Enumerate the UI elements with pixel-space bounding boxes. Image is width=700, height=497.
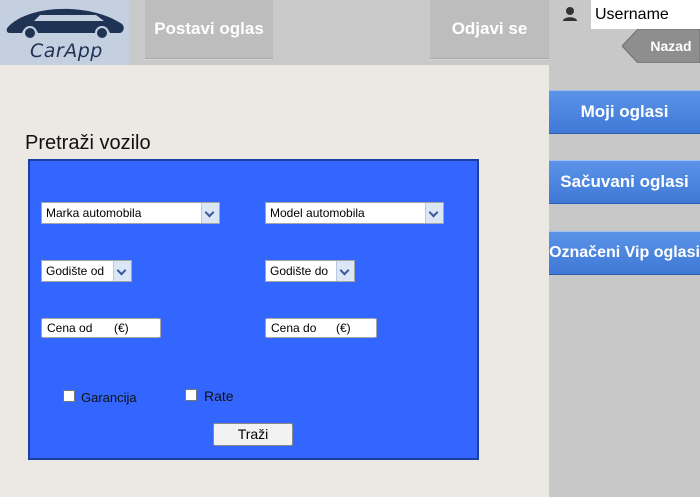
logo-text: CarApp: [30, 40, 103, 62]
sidebar-item-saved-ads[interactable]: Sačuvani oglasi: [549, 160, 700, 204]
year-from-select[interactable]: Godište od: [41, 260, 132, 282]
installments-checkbox[interactable]: [185, 389, 197, 401]
user-row: Username: [549, 0, 700, 29]
chevron-down-icon: [113, 261, 131, 281]
warranty-checkbox[interactable]: [63, 390, 75, 402]
user-icon: [549, 0, 591, 29]
price-to-input[interactable]: Cena do (€): [265, 318, 377, 338]
page-title: Pretraži vozilo: [25, 132, 151, 154]
currency-label: (€): [336, 321, 351, 335]
price-to-placeholder: Cena do: [271, 321, 317, 335]
chevron-down-icon: [336, 261, 354, 281]
currency-label: (€): [114, 321, 129, 335]
sidebar-item-vip-ads[interactable]: Označeni Vip oglasi: [549, 231, 700, 275]
back-button[interactable]: Nazad: [622, 29, 700, 63]
price-from-placeholder: Cena od: [47, 321, 93, 335]
model-select[interactable]: Model automobila: [265, 202, 444, 224]
brand-select-value: Marka automobila: [46, 206, 142, 220]
search-button[interactable]: Traži: [213, 423, 293, 446]
year-to-value: Godište do: [270, 264, 329, 278]
year-to-select[interactable]: Godište do: [265, 260, 355, 282]
back-label: Nazad: [650, 38, 692, 54]
logout-button[interactable]: Odjavi se: [430, 0, 549, 59]
price-from-input[interactable]: Cena od (€): [41, 318, 161, 338]
warranty-label: Garancija: [81, 390, 137, 405]
logo[interactable]: CarApp: [0, 0, 130, 65]
year-from-value: Godište od: [46, 264, 105, 278]
post-ad-button[interactable]: Postavi oglas: [145, 0, 273, 59]
username-field[interactable]: Username: [591, 0, 700, 29]
brand-select[interactable]: Marka automobila: [41, 202, 220, 224]
sidebar-item-my-ads[interactable]: Moji oglasi: [549, 90, 700, 134]
chevron-down-icon: [425, 203, 443, 223]
model-select-value: Model automobila: [270, 206, 365, 220]
chevron-down-icon: [201, 203, 219, 223]
installments-label: Rate: [204, 388, 234, 404]
